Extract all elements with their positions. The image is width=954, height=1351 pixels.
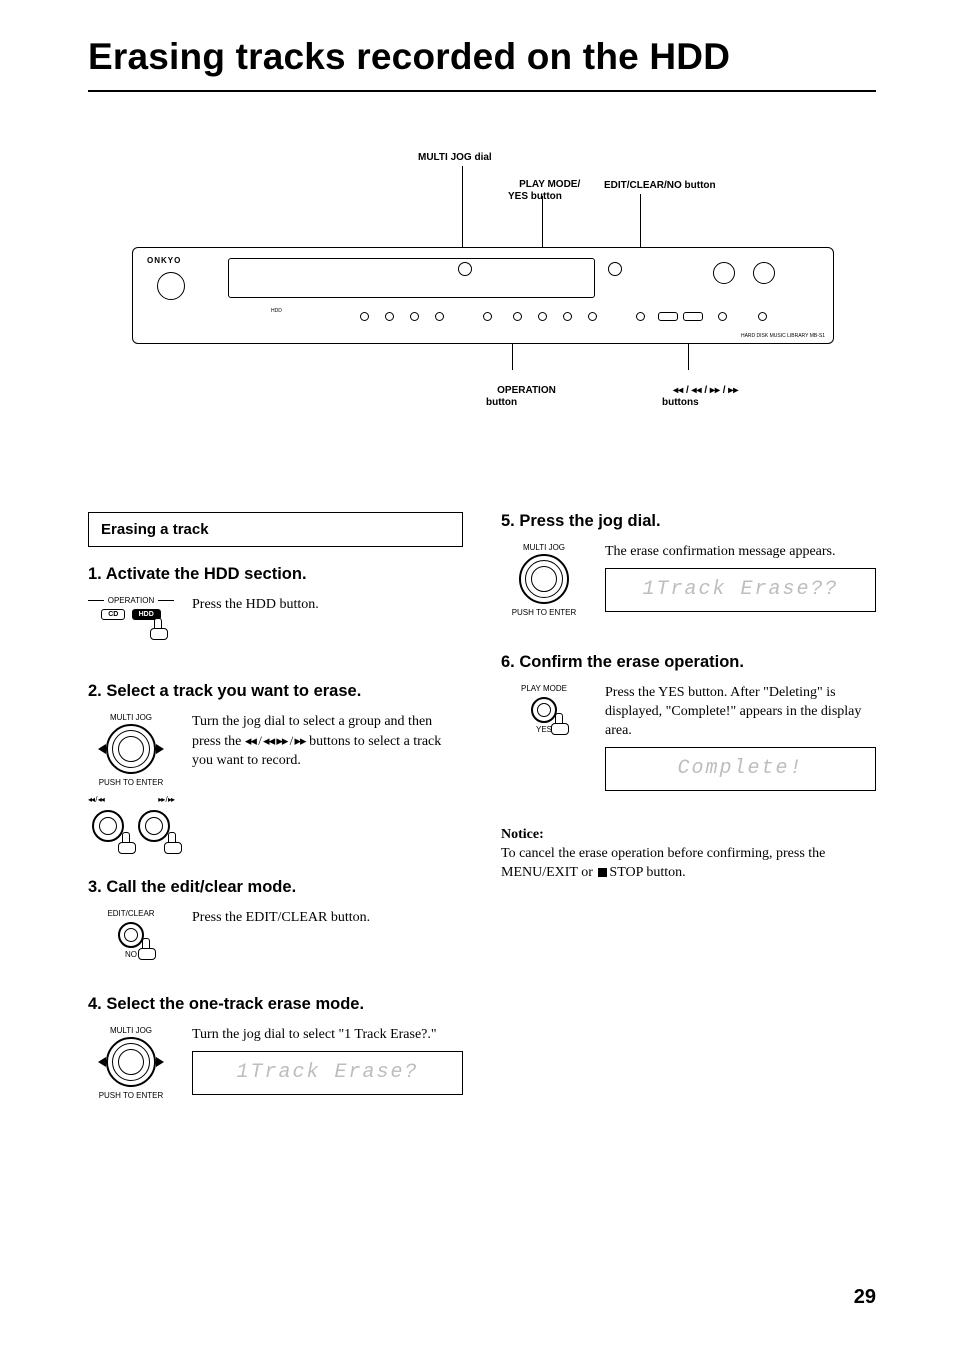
step-6-text: Press the YES button. After "Deleting" i… — [605, 684, 876, 741]
editclear-no-button — [636, 312, 645, 321]
skip-fwd-button-icon — [138, 810, 170, 842]
next-glyph: ▸▸ / ▸▸ — [158, 795, 174, 804]
multijog-label: MULTI JOG — [88, 1026, 174, 1035]
jog-dial-icon — [106, 724, 156, 774]
content-columns: Erasing a track 1. Activate the HDD sect… — [88, 512, 876, 1100]
device-front-panel: ONKYO HDD HARD DISK MUSIC LIBRARY MB-S1 — [132, 247, 834, 344]
device-diagram: MULTI JOG dial PLAY MODE/ YES button EDI… — [132, 152, 832, 452]
playmode-label: PLAY MODE — [501, 684, 587, 693]
step-4: 4. Select the one-track erase mode. MULT… — [88, 995, 463, 1100]
multijog-label: MULTI JOG — [88, 713, 174, 722]
step-3-text: Press the EDIT/CLEAR button. — [192, 909, 463, 928]
step-1-text: Press the HDD button. — [192, 596, 463, 615]
playmode-yes-button — [538, 312, 547, 321]
model: HARD DISK MUSIC LIBRARY MB-S1 — [741, 333, 825, 339]
label-multijog: MULTI JOG dial — [418, 152, 492, 163]
yes-button-icon — [531, 697, 557, 723]
no-label: NO — [88, 950, 174, 959]
section-heading: Erasing a track — [88, 512, 463, 547]
brand: ONKYO — [147, 256, 181, 265]
step-2: 2. Select a track you want to erase. MUL… — [88, 682, 463, 842]
editclear-button-icon — [118, 922, 144, 948]
push-to-enter-label: PUSH TO ENTER — [88, 778, 174, 787]
stop-icon — [598, 868, 607, 877]
multijog-knob — [458, 262, 472, 276]
step-2-text: Turn the jog dial to select a group and … — [192, 713, 463, 771]
skip-back-button-icon — [92, 810, 124, 842]
small-button — [360, 312, 369, 321]
page-title: Erasing tracks recorded on the HDD — [88, 36, 876, 92]
step-3-heading: 3. Call the edit/clear mode. — [88, 878, 463, 897]
step-1-heading: 1. Activate the HDD section. — [88, 565, 463, 584]
notice: Notice: To cancel the erase operation be… — [501, 827, 876, 883]
power-knob — [157, 272, 185, 300]
label-playmode: PLAY MODE/ YES button — [508, 179, 580, 203]
prev-glyph: ◂◂ / ◂◂ — [88, 795, 104, 804]
label-editclear: EDIT/CLEAR/NO button — [604, 180, 716, 191]
step-6: 6. Confirm the erase operation. PLAY MOD… — [501, 653, 876, 791]
left-column: Erasing a track 1. Activate the HDD sect… — [88, 512, 463, 1100]
step-1: 1. Activate the HDD section. OPERATION C… — [88, 565, 463, 646]
multijog-label: MULTI JOG — [501, 543, 587, 552]
notice-heading: Notice: — [501, 827, 876, 843]
yes-label: YES — [501, 725, 587, 734]
cd-button: CD — [101, 609, 125, 620]
lcd-display: 1Track Erase? — [192, 1051, 463, 1095]
jog-dial-icon — [106, 1037, 156, 1087]
editclear-label: EDIT/CLEAR — [88, 909, 174, 918]
finger-press-icon — [150, 618, 168, 638]
notice-text: To cancel the erase operation before con… — [501, 845, 876, 883]
label-transport: ◂◂ / ◂◂ / ▸▸ / ▸▸ buttons — [662, 385, 738, 409]
device-display — [228, 258, 595, 298]
step-4-text: Turn the jog dial to select "1 Track Era… — [192, 1026, 463, 1045]
step-5-text: The erase confirmation message appears. — [605, 543, 876, 562]
push-to-enter-label: PUSH TO ENTER — [88, 1091, 174, 1100]
step-3: 3. Call the edit/clear mode. EDIT/CLEAR … — [88, 878, 463, 959]
lcd-display: Complete! — [605, 747, 876, 791]
operation-icon: OPERATION CD HDD — [88, 596, 174, 646]
push-to-enter-label: PUSH TO ENTER — [501, 608, 587, 617]
right-column: 5. Press the jog dial. MULTI JOG PUSH TO… — [501, 512, 876, 1100]
step-6-heading: 6. Confirm the erase operation. — [501, 653, 876, 672]
step-5-heading: 5. Press the jog dial. — [501, 512, 876, 531]
step-2-heading: 2. Select a track you want to erase. — [88, 682, 463, 701]
page-number: 29 — [854, 1286, 876, 1309]
step-5: 5. Press the jog dial. MULTI JOG PUSH TO… — [501, 512, 876, 617]
step-4-heading: 4. Select the one-track erase mode. — [88, 995, 463, 1014]
lcd-display: 1Track Erase?? — [605, 568, 876, 612]
jog-dial-icon — [519, 554, 569, 604]
label-operation: OPERATION button — [486, 385, 556, 409]
